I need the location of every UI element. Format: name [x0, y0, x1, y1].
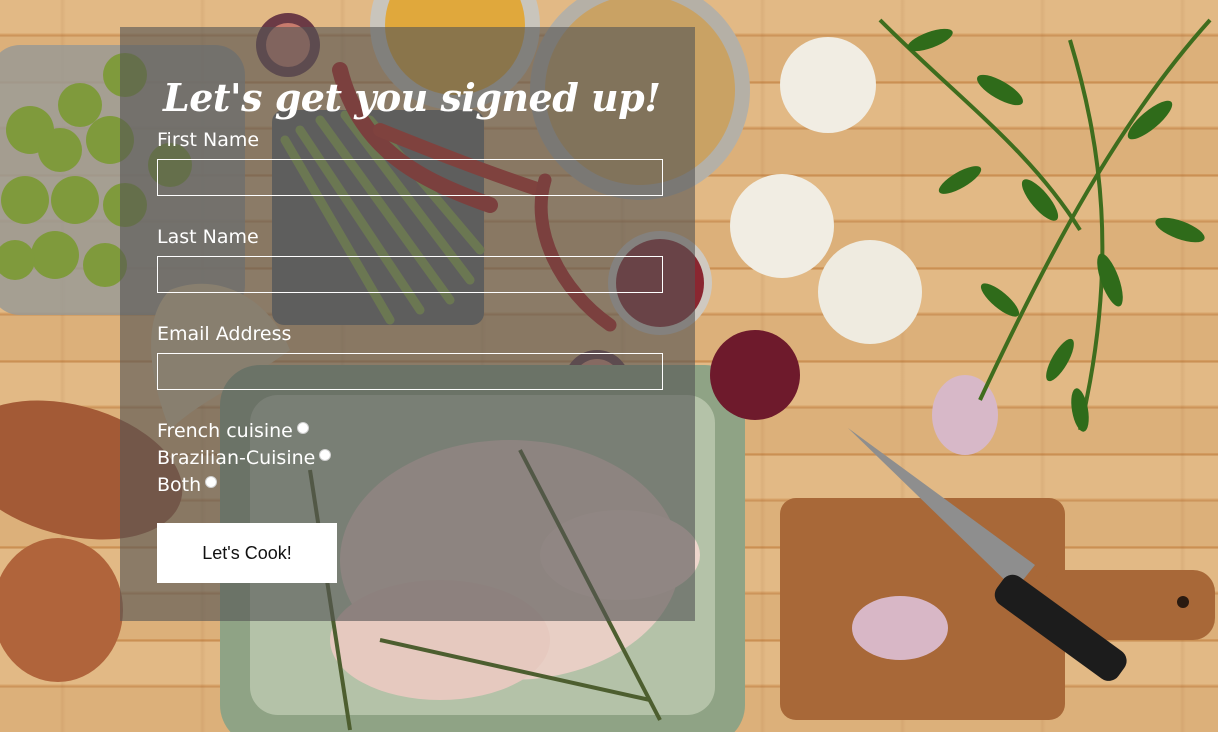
radio-option-both[interactable]: Both	[157, 473, 218, 497]
radio-label-brazilian: Brazilian-Cuisine	[157, 447, 316, 469]
email-input[interactable]	[157, 353, 663, 390]
radio-both[interactable]	[205, 476, 218, 488]
radio-option-french[interactable]: French cuisine	[157, 419, 309, 443]
radio-french-cuisine[interactable]	[296, 422, 309, 434]
radio-brazilian-cuisine[interactable]	[319, 449, 332, 461]
last-name-input[interactable]	[157, 256, 663, 293]
email-label: Email Address	[157, 323, 292, 345]
radio-label-both: Both	[157, 474, 202, 496]
first-name-input[interactable]	[157, 159, 663, 196]
radio-option-brazilian[interactable]: Brazilian-Cuisine	[157, 446, 332, 470]
first-name-label: First Name	[157, 129, 260, 151]
last-name-label: Last Name	[157, 226, 259, 248]
radio-label-french: French cuisine	[157, 420, 293, 442]
lets-cook-button[interactable]: Let's Cook!	[157, 523, 337, 583]
form-title: Let's get you signed up!	[163, 75, 661, 120]
